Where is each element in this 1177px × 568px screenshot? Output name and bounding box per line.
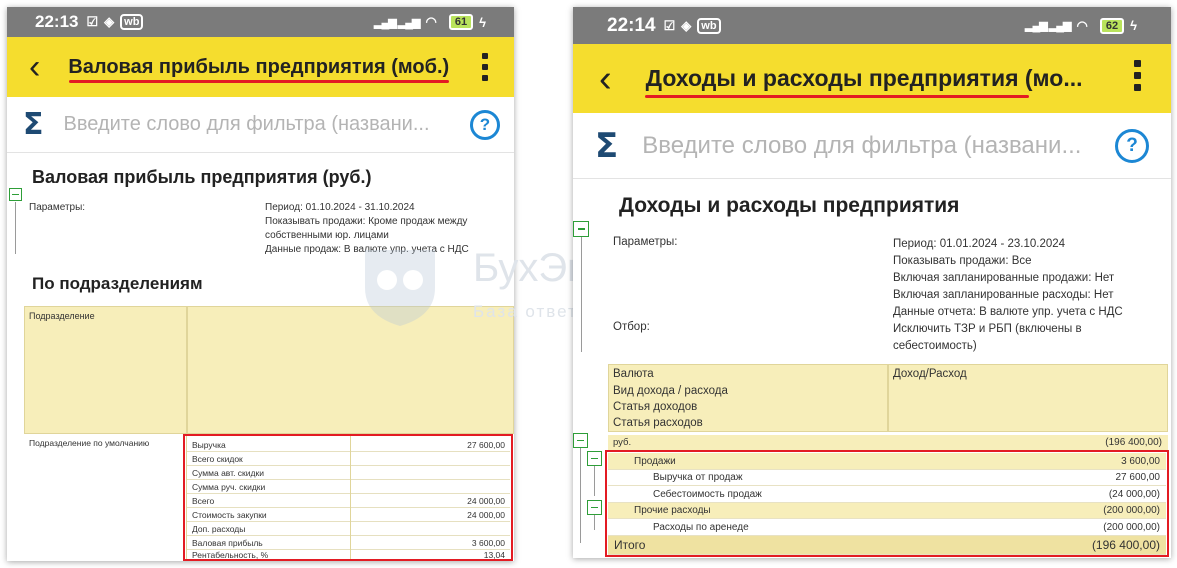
header-dept-label: Подразделение <box>29 311 95 321</box>
header-value-label: Доход/Расход <box>893 368 967 380</box>
right-phone-screen: 22:14 ☑ ◈ wb ▂▄▆ ▂▄▆ ◠ 62 ϟ ‹ Доходы и р… <box>573 7 1171 558</box>
sigma-icon[interactable]: Σ <box>23 107 44 142</box>
wb-icon: wb <box>697 17 721 34</box>
title-underline <box>69 80 449 83</box>
status-time: 22:14 <box>607 14 656 36</box>
battery-icon: 62 <box>1099 17 1125 34</box>
dept-cell <box>24 434 187 561</box>
tree-line <box>580 448 581 543</box>
charging-icon: ϟ <box>479 14 486 30</box>
charging-icon: ϟ <box>1130 18 1137 33</box>
params-line: Период: 01.10.2024 - 31.10.2024 <box>265 202 415 213</box>
header-label: Статья доходов <box>613 401 698 413</box>
owl-logo-icon <box>365 250 435 326</box>
header-label: Статья расходов <box>613 417 703 429</box>
filter-label: Отбор: <box>613 321 650 333</box>
params-line: Включая запланированные продажи: Нет <box>893 272 1115 284</box>
section-title: По подразделениям <box>32 274 203 293</box>
filter-input[interactable]: Введите слово для фильтра (названи... <box>642 132 1081 160</box>
back-icon[interactable]: ‹ <box>599 60 612 98</box>
help-icon[interactable]: ? <box>1115 128 1149 163</box>
collapse-other-expenses-icon[interactable] <box>587 500 602 515</box>
params-line: Исключить ТЗР и РБП (включены в <box>893 323 1082 335</box>
checkbox-icon: ☑ <box>86 14 99 29</box>
collapse-sales-icon[interactable] <box>587 451 602 466</box>
collapse-currency-icon[interactable] <box>573 433 588 448</box>
header-label: Валюта <box>613 368 654 380</box>
table-header-dept <box>24 306 187 434</box>
tree-line <box>594 466 595 496</box>
more-menu-icon[interactable] <box>482 53 488 81</box>
table-row: руб. (196 400,00) <box>608 435 1168 451</box>
diamond-icon: ◈ <box>104 14 115 29</box>
params-bracket <box>581 237 582 352</box>
filter-input[interactable]: Введите слово для фильтра (названи... <box>64 113 430 136</box>
signal-icon: ▂▄▆ ▂▄▆ <box>374 16 420 29</box>
collapse-params-icon[interactable] <box>9 188 22 201</box>
signal-icon: ▂▄▆ ▂▄▆ <box>1025 20 1071 32</box>
report-area: Доходы и расходы предприятия Параметры: … <box>573 179 1171 558</box>
params-label: Параметры: <box>613 236 678 248</box>
params-line: Показывать продажи: Все <box>893 255 1032 267</box>
report-title: Доходы и расходы предприятия <box>619 194 960 217</box>
highlight-box <box>605 450 1169 557</box>
params-line: себестоимость) <box>893 340 977 352</box>
status-time: 22:13 <box>35 12 79 31</box>
tree-line <box>594 515 595 530</box>
params-line: Включая запланированные расходы: Нет <box>893 289 1114 301</box>
header-label: Вид дохода / расхода <box>613 385 728 397</box>
wifi-icon: ◠ <box>1076 17 1088 33</box>
filter-bar: Σ Введите слово для фильтра (названи... … <box>573 113 1171 179</box>
filter-bar: Σ Введите слово для фильтра (названи... … <box>7 97 514 153</box>
report-title: Валовая прибыль предприятия (руб.) <box>32 167 372 187</box>
params-bracket <box>15 202 16 254</box>
status-bar: 22:13 ☑ ◈ wb ▂▄▆ ▂▄▆ ◠ 61 ϟ <box>7 7 514 37</box>
more-menu-icon[interactable] <box>1134 60 1141 91</box>
app-title: Валовая прибыль предприятия (моб.) <box>68 55 450 78</box>
app-title: Доходы и расходы предприятия (мо... <box>645 65 1083 91</box>
app-bar: ‹ Валовая прибыль предприятия (моб.) <box>7 37 514 97</box>
status-bar: 22:14 ☑ ◈ wb ▂▄▆ ▂▄▆ ◠ 62 ϟ <box>573 7 1171 44</box>
back-icon[interactable]: ‹ <box>29 50 40 84</box>
wb-icon: wb <box>120 14 144 30</box>
sigma-icon[interactable]: Σ <box>595 126 618 166</box>
checkbox-icon: ☑ <box>663 17 676 33</box>
params-line: Показывать продажи: Кроме продаж между <box>265 216 468 227</box>
diamond-icon: ◈ <box>681 17 692 33</box>
report-area: Валовая прибыль предприятия (руб.) Парам… <box>7 153 514 561</box>
row-label: руб. <box>613 437 632 448</box>
params-label: Параметры: <box>29 202 86 213</box>
params-line: Период: 01.01.2024 - 23.10.2024 <box>893 238 1066 250</box>
highlight-box <box>183 434 513 561</box>
row-value: (196 400,00) <box>1105 437 1162 448</box>
dept-name: Подразделение по умолчанию <box>29 438 150 448</box>
battery-icon: 61 <box>448 14 474 30</box>
app-bar: ‹ Доходы и расходы предприятия (мо... <box>573 44 1171 113</box>
help-icon[interactable]: ? <box>470 109 500 140</box>
title-underline <box>645 95 1029 98</box>
wifi-icon: ◠ <box>425 14 437 29</box>
collapse-params-icon[interactable] <box>573 221 589 237</box>
params-line: Данные отчета: В валюте упр. учета с НДС <box>893 306 1123 318</box>
